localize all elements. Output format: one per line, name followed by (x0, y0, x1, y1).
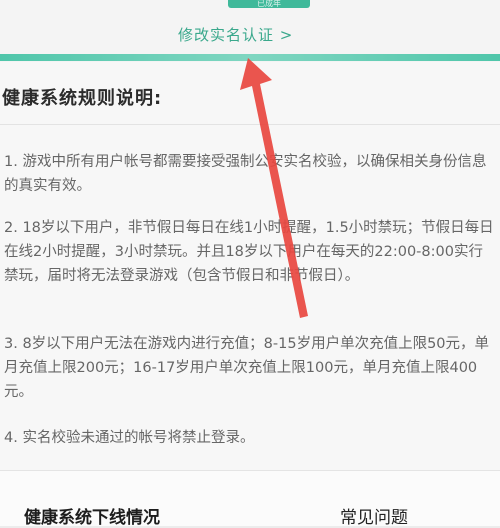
status-badge: 已成年 (228, 0, 310, 8)
modify-verification-link[interactable]: 修改实名认证 > (178, 24, 328, 45)
rules-divider (0, 124, 500, 125)
header-area: 已成年 修改实名认证 > (0, 0, 500, 62)
tab-faq[interactable]: 常见问题 (340, 503, 408, 528)
status-badge-label: 已成年 (257, 0, 281, 8)
rule-item-4: 4. 实名校验未通过的帐号将禁止登录。 (4, 430, 255, 446)
progress-bar (0, 54, 500, 61)
rule-item-1: 1. 游戏中所有用户帐号都需要接受强制公安实名校验，以确保相关身份信息的真实有效… (4, 154, 487, 194)
rule-item-3: 3. 8岁以下用户无法在游戏内进行充值；8-15岁用户单次充值上限50元，单月充… (4, 336, 490, 400)
tab-offline-status[interactable]: 健康系统下线情况 (24, 503, 160, 528)
rules-title: 健康系统规则说明: (2, 88, 163, 109)
bottom-tab-bar: 健康系统下线情况 常见问题 (0, 470, 500, 528)
rule-item-2: 2. 18岁以下用户，非节假日每日在线1小时提醒，1.5小时禁玩；节假日每日在线… (4, 220, 494, 284)
rules-card: 健康系统规则说明: 1. 游戏中所有用户帐号都需要接受强制公安实名校验，以确保相… (0, 62, 500, 470)
